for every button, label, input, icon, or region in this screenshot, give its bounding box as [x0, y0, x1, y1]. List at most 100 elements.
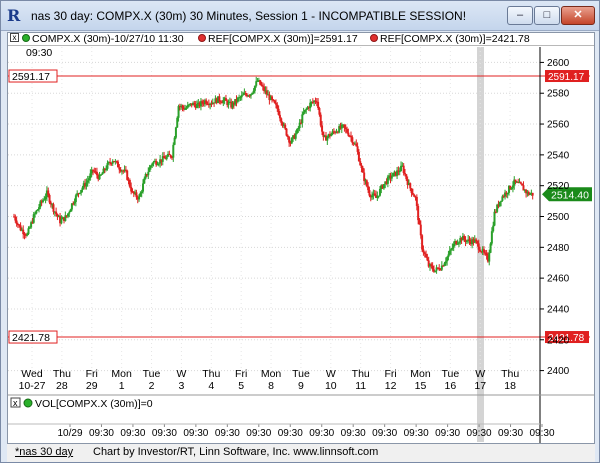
x-date-label: 5 — [238, 380, 244, 392]
x-date-label: 1 — [119, 380, 125, 392]
candle-up — [86, 180, 89, 183]
x-date-label: 3 — [178, 380, 184, 392]
candle-down — [468, 239, 471, 242]
candle-up — [69, 209, 72, 212]
candle-down — [259, 80, 262, 85]
symbol-dot-icon — [22, 34, 30, 42]
candle-up — [239, 97, 242, 99]
candle-down — [55, 211, 58, 214]
close-button[interactable]: ✕ — [561, 6, 595, 25]
candle-down — [438, 268, 441, 270]
candle-up — [26, 233, 29, 236]
x-date-label: 28 — [56, 380, 68, 392]
candle-up — [184, 108, 187, 110]
chart-tab[interactable]: *nas 30 day — [15, 446, 73, 458]
candle-up — [434, 270, 437, 272]
candle-up — [44, 196, 47, 200]
candle-up — [488, 252, 491, 262]
candle-down — [263, 86, 266, 92]
x-date-label: 2 — [149, 380, 155, 392]
legend-ref-1: REF[COMPX.X (30m)]=2591.17 — [208, 33, 358, 45]
candle-up — [326, 136, 329, 141]
candle-down — [373, 193, 376, 196]
candle-down — [130, 186, 133, 192]
candle-down — [280, 118, 283, 123]
x-date-label: 18 — [504, 380, 516, 392]
y-tick-label: 2540 — [547, 150, 570, 161]
candle-up — [105, 168, 108, 171]
candle-down — [403, 173, 406, 175]
candle-up — [392, 173, 395, 177]
candle-up — [447, 254, 450, 258]
candle-down — [415, 196, 418, 206]
candle-down — [155, 160, 158, 165]
minimize-button[interactable]: – — [507, 6, 533, 25]
x-time-label: 09:30 — [152, 428, 177, 439]
candle-down — [367, 186, 370, 191]
candle-up — [149, 165, 152, 168]
candle-up — [81, 187, 84, 190]
chart-area[interactable]: x COMPX.X (30m)-10/27/10 11:30 REF[COMPX… — [7, 32, 595, 444]
candle-up — [377, 195, 380, 197]
x-date-label: 29 — [86, 380, 98, 392]
x-day-label: Fri — [86, 368, 98, 380]
candle-up — [489, 243, 492, 253]
candle-down — [477, 243, 480, 250]
candle-down — [260, 84, 263, 86]
candle-up — [99, 174, 102, 176]
app-logo-icon: R — [7, 6, 21, 25]
ref1-dot-icon — [198, 34, 206, 42]
candle-down — [421, 235, 424, 250]
candle-up — [35, 210, 38, 214]
x-time-label: 09:30 — [215, 428, 240, 439]
volume-dot-icon — [23, 398, 33, 408]
candle-down — [49, 202, 52, 205]
legend-symbol: COMPX.X (30m)-10/27/10 11:30 — [32, 33, 184, 45]
x-time-label: 09:30 — [467, 428, 492, 439]
candle-down — [72, 203, 75, 205]
candle-down — [124, 169, 127, 171]
x-day-label: Tue — [441, 368, 459, 380]
x-date-label: 12 — [385, 380, 397, 392]
candle-down — [135, 192, 138, 198]
y-tick-label: 2560 — [547, 120, 570, 131]
legend-toggle-checkbox[interactable]: x — [10, 33, 19, 42]
candle-down — [278, 114, 281, 119]
candle-up — [74, 195, 77, 202]
candle-down — [272, 99, 275, 101]
y-tick-label: 2460 — [547, 274, 570, 285]
candle-down — [346, 129, 349, 133]
candle-down — [431, 266, 434, 270]
title-bar[interactable]: R nas 30 day: COMPX.X (30m) 30 Minutes, … — [1, 1, 599, 31]
x-time-label: 09:30 — [435, 428, 460, 439]
maximize-button[interactable]: □ — [534, 6, 560, 25]
candle-down — [475, 239, 478, 242]
candle-down — [277, 108, 280, 115]
candle-up — [88, 178, 91, 181]
y-tick-label: 2520 — [547, 181, 570, 192]
minimize-icon: – — [516, 9, 524, 21]
candle-down — [485, 253, 488, 256]
candle-up — [451, 247, 454, 250]
price-panel-bg — [8, 47, 540, 386]
candle-up — [85, 182, 88, 187]
candle-down — [413, 194, 416, 197]
candle-down — [48, 194, 51, 203]
candle-down — [363, 172, 366, 182]
candle-up — [142, 183, 145, 192]
candle-up — [172, 144, 175, 158]
candle-down — [56, 213, 59, 217]
candle-down — [350, 135, 353, 138]
candle-up — [294, 133, 297, 139]
candle-down — [14, 216, 17, 221]
candle-up — [236, 97, 239, 102]
x-day-label: Thu — [53, 368, 71, 380]
x-time-label: 09:30 — [404, 428, 429, 439]
candle-down — [365, 180, 368, 187]
candle-down — [218, 96, 221, 102]
candle-up — [173, 137, 176, 145]
candle-up — [457, 242, 460, 244]
y-tick-label: 2440 — [547, 304, 570, 315]
price-chart[interactable]: 2591.17 2591.172421.78 2421.782514.40 2400… — [8, 47, 594, 443]
candle-up — [506, 192, 509, 195]
